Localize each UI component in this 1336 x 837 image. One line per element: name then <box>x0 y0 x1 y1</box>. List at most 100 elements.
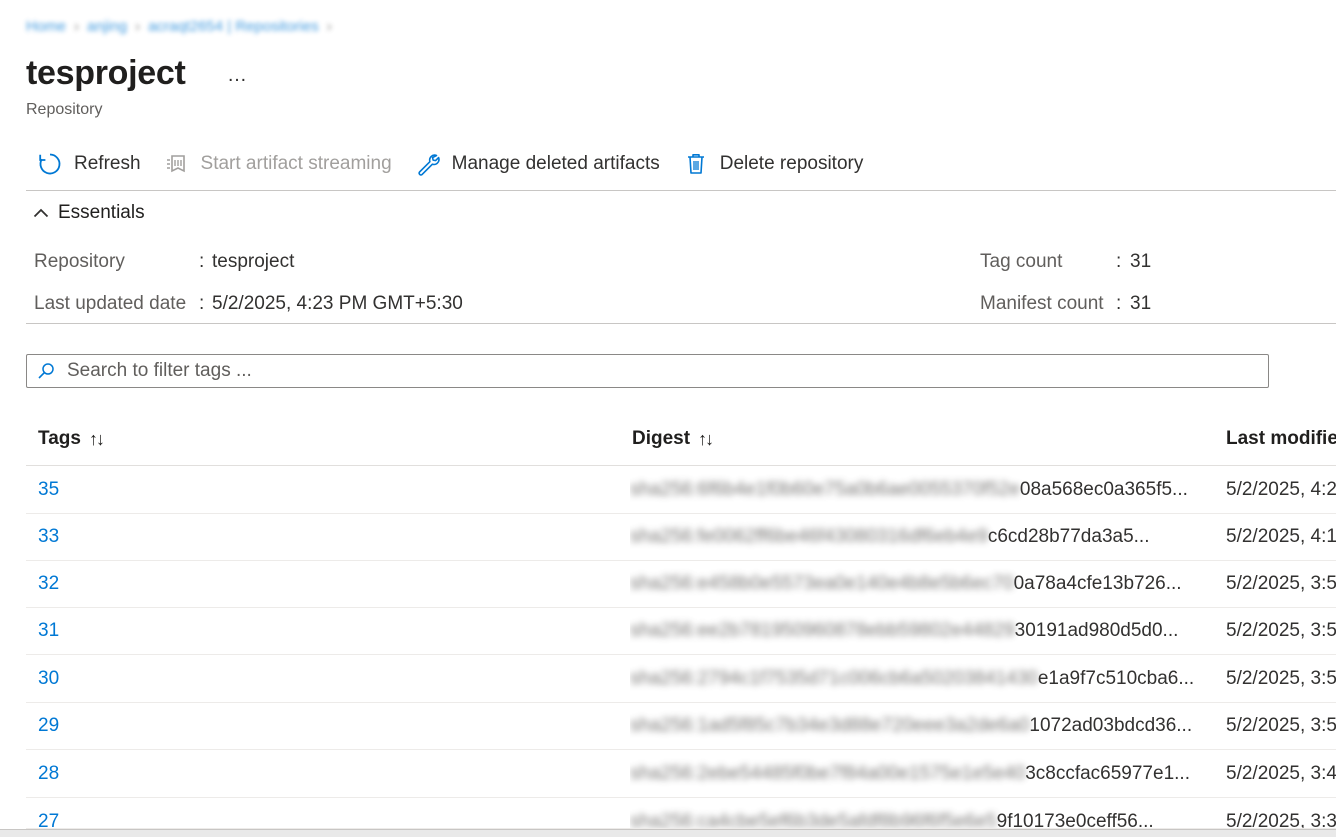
table-row[interactable]: 30 sha256:2794c1f7535d71c006cb6a50203841… <box>26 656 1336 703</box>
breadcrumb-chevron-icon: › <box>74 17 80 35</box>
delete-repository-label: Delete repository <box>719 153 864 174</box>
breadcrumb-item-registry[interactable]: acraqt2654 | Repositories <box>148 18 319 35</box>
digest-redacted: sha256:2ebe54485f0be7f84a00e1575e1e5e40 <box>630 763 1026 784</box>
refresh-button[interactable]: Refresh <box>26 144 153 184</box>
more-options-button[interactable]: … <box>224 60 250 90</box>
last-modified-cell: 5/2/2025, 3:5 <box>1226 715 1336 736</box>
digest-text: c6cd28b77da3a5... <box>987 526 1150 547</box>
breadcrumb: Home › anjing › acraqt2654 | Repositorie… <box>26 14 332 38</box>
manage-deleted-artifacts-label: Manage deleted artifacts <box>451 153 660 174</box>
breadcrumb-item-resource-group[interactable]: anjing <box>87 18 127 35</box>
last-modified-cell: 5/2/2025, 3:5 <box>1226 668 1336 689</box>
column-header-last-modified-label: Last modified <box>1226 428 1336 449</box>
essentials-toggle[interactable]: Essentials <box>32 200 145 226</box>
streaming-icon <box>163 150 191 178</box>
last-updated-value: 5/2/2025, 4:23 PM GMT+5:30 <box>212 293 463 314</box>
tag-count-colon: : <box>1116 251 1122 272</box>
digest-text: e1a9f7c510cba6... <box>1037 668 1195 689</box>
digest-redacted: sha256:1ad5f85c7b34e3d88e720eee3a2de6a0 <box>630 715 1030 736</box>
column-header-digest[interactable]: Digest ↑↓ <box>632 426 714 452</box>
table-row[interactable]: 35 sha256:6f6b4e1f0b60e75a0b6ae0055370f5… <box>26 467 1336 514</box>
last-modified-cell: 5/2/2025, 4:23 PM <box>1226 479 1336 500</box>
table-row[interactable]: 29 sha256:1ad5f85c7b34e3d88e720eee3a2de6… <box>26 703 1336 750</box>
last-modified-cell: 5/2/2025, 3:5 <box>1226 620 1336 641</box>
last-modified-cell: 5/2/2025, 3:5 <box>1226 573 1336 594</box>
chevron-up-icon <box>33 208 49 218</box>
last-modified-cell: 5/2/2025, 3:4 <box>1226 763 1336 784</box>
digest-text: 1072ad03bdcd36... <box>1029 715 1193 736</box>
wrench-icon <box>414 150 442 178</box>
digest-text: 9f10173e0ceff56... <box>996 811 1154 829</box>
search-box <box>26 354 1269 388</box>
tag-link[interactable]: 27 <box>38 799 59 828</box>
column-header-last-modified[interactable]: Last modified <box>1226 426 1336 452</box>
manifest-count-label: Manifest count <box>980 293 1104 314</box>
repository-label: Repository <box>34 251 125 272</box>
sort-icon[interactable]: ↑↓ <box>89 429 105 450</box>
filter-tags-input[interactable] <box>65 359 1249 383</box>
column-header-digest-label: Digest <box>632 428 691 449</box>
column-header-tags[interactable]: Tags ↑↓ <box>38 426 105 452</box>
manage-deleted-artifacts-button[interactable]: Manage deleted artifacts <box>404 144 672 184</box>
digest-text: 0a78a4cfe13b726... <box>1013 573 1182 594</box>
tag-link[interactable]: 35 <box>38 467 59 513</box>
tag-count-label: Tag count <box>980 251 1063 272</box>
table-row[interactable]: 31 sha256:ee2b781950960878ebb59802e44829… <box>26 608 1336 655</box>
toolbar-divider <box>26 190 1336 191</box>
digest-cell: sha256:6f6b4e1f0b60e75a0b6ae0055370f52e 0… <box>630 467 1212 513</box>
digest-cell: sha256:2ebe54485f0be7f84a00e1575e1e5e40 3… <box>630 751 1212 797</box>
digest-redacted: sha256:fe0062ff6be46f43080316df6eb4e9 <box>630 526 988 547</box>
table-row[interactable]: 33 sha256:fe0062ff6be46f43080316df6eb4e9… <box>26 514 1336 561</box>
tag-link[interactable]: 31 <box>38 608 59 654</box>
digest-text: 08a568ec0a365f5... <box>1019 479 1188 500</box>
tag-link[interactable]: 29 <box>38 703 59 749</box>
table-row[interactable]: 32 sha256:e458b0e5573ea0e140e4b8e5b6ec70… <box>26 561 1336 608</box>
digest-cell: sha256:e458b0e5573ea0e140e4b8e5b6ec70 0a7… <box>630 561 1212 607</box>
tag-link[interactable]: 33 <box>38 514 59 560</box>
repository-colon: : <box>199 251 205 272</box>
tag-link[interactable]: 30 <box>38 656 59 702</box>
essentials-divider <box>26 323 1336 324</box>
last-updated-label: Last updated date <box>34 293 187 314</box>
sort-icon[interactable]: ↑↓ <box>698 429 714 450</box>
tag-count-value: 31 <box>1130 251 1152 272</box>
last-modified-cell: 5/2/2025, 3:3 <box>1226 811 1336 829</box>
digest-cell: sha256:ca4cbe5ef6b3de5afdf8b96f6f5e6e5 9f… <box>630 799 1212 829</box>
breadcrumb-item-home[interactable]: Home <box>26 18 66 35</box>
manifest-count-value: 31 <box>1130 293 1152 314</box>
tag-link[interactable]: 28 <box>38 751 59 797</box>
column-header-tags-label: Tags <box>38 428 81 449</box>
last-updated-colon: : <box>199 293 205 314</box>
page-subtitle: Repository <box>26 101 103 118</box>
table-row[interactable]: 27 sha256:ca4cbe5ef6b3de5afdf8b96f6f5e6e… <box>26 799 1336 829</box>
table-row[interactable]: 28 sha256:2ebe54485f0be7f84a00e1575e1e5e… <box>26 751 1336 798</box>
digest-redacted: sha256:2794c1f7535d71c006cb6a50203841430 <box>630 668 1038 689</box>
page-title: tesproject <box>26 54 186 92</box>
manifest-count-colon: : <box>1116 293 1122 314</box>
digest-redacted: sha256:ca4cbe5ef6b3de5afdf8b96f6f5e6e5 <box>630 811 997 829</box>
start-artifact-streaming-label: Start artifact streaming <box>200 153 392 174</box>
table-header-divider <box>26 465 1336 466</box>
digest-redacted: sha256:ee2b781950960878ebb59802e44829 <box>630 620 1015 641</box>
breadcrumb-chevron-icon: › <box>326 17 332 35</box>
essentials-label: Essentials <box>58 202 145 223</box>
digest-redacted: sha256:e458b0e5573ea0e140e4b8e5b6ec70 <box>630 573 1014 594</box>
digest-cell: sha256:fe0062ff6be46f43080316df6eb4e9 c6c… <box>630 514 1212 560</box>
tag-link[interactable]: 32 <box>38 561 59 607</box>
digest-cell: sha256:1ad5f85c7b34e3d88e720eee3a2de6a0 1… <box>630 703 1212 749</box>
digest-redacted: sha256:6f6b4e1f0b60e75a0b6ae0055370f52e <box>630 479 1020 500</box>
refresh-icon <box>36 150 64 178</box>
digest-text: 3c8ccfac65977e1... <box>1025 763 1190 784</box>
last-modified-cell: 5/2/2025, 4:1 <box>1226 526 1336 547</box>
digest-text: 30191ad980d5d0... <box>1014 620 1179 641</box>
start-artifact-streaming-button[interactable]: Start artifact streaming <box>153 144 404 184</box>
digest-cell: sha256:2794c1f7535d71c006cb6a50203841430… <box>630 656 1212 702</box>
digest-cell: sha256:ee2b781950960878ebb59802e44829 301… <box>630 608 1212 654</box>
delete-repository-button[interactable]: Delete repository <box>672 144 876 184</box>
search-icon <box>38 363 54 379</box>
command-bar: Refresh Start artifact streaming Manage … <box>26 144 875 184</box>
breadcrumb-chevron-icon: › <box>135 17 141 35</box>
repository-value: tesproject <box>212 251 295 272</box>
trash-icon <box>682 150 710 178</box>
refresh-label: Refresh <box>74 153 141 174</box>
